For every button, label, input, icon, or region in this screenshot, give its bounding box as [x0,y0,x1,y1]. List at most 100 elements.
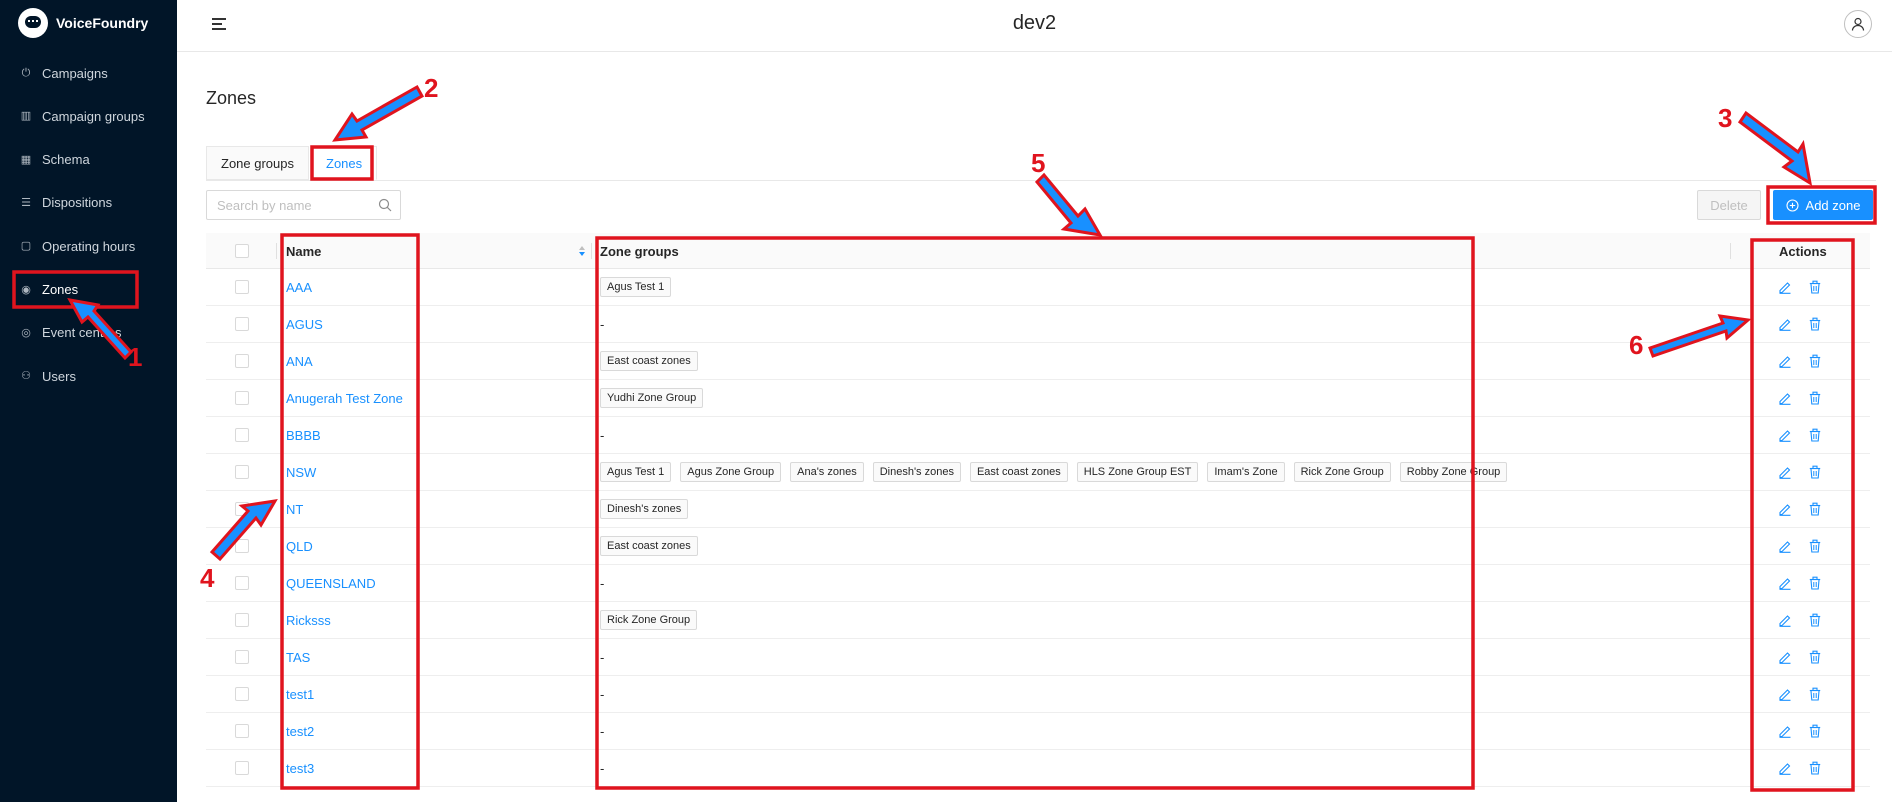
empty-marker: - [600,760,605,776]
delete-icon[interactable] [1808,761,1822,775]
voicefoundry-logo-icon [18,8,48,38]
app-logo[interactable]: VoiceFoundry [18,8,148,38]
delete-icon[interactable] [1808,724,1822,738]
row-checkbox[interactable] [235,713,249,749]
annotation-number: 1 [128,342,143,372]
zone-name-link[interactable]: Ricksss [286,602,331,638]
row-checkbox[interactable] [235,417,249,453]
table-row: TAS - [206,639,1870,676]
zone-groups-cell: Yudhi Zone Group [600,380,712,416]
sidebar-item-campaign-groups[interactable]: ▥ Campaign groups [0,96,177,136]
table-row: NSW Agus Test 1 Agus Zone Group Ana's zones… [206,454,1870,491]
row-checkbox[interactable] [235,602,249,638]
table-row: ANA East coast zones [206,343,1870,380]
edit-icon[interactable] [1778,280,1792,294]
delete-icon[interactable] [1808,465,1822,479]
calendar-icon: ▢ [20,240,32,253]
row-checkbox[interactable] [235,380,249,416]
delete-icon[interactable] [1808,428,1822,442]
row-checkbox[interactable] [235,750,249,786]
zone-name-link[interactable]: test3 [286,750,314,786]
edit-icon[interactable] [1778,687,1792,701]
edit-icon[interactable] [1778,502,1792,516]
row-checkbox[interactable] [235,454,249,490]
row-checkbox[interactable] [235,639,249,675]
sidebar-item-label: Users [42,368,76,384]
zone-groups-cell: Dinesh's zones [600,491,697,527]
delete-icon[interactable] [1808,650,1822,664]
delete-icon[interactable] [1808,317,1822,331]
sidebar-item-dispositions[interactable]: ☰ Dispositions [0,183,177,223]
zone-name-link[interactable]: NT [286,491,303,527]
edit-icon[interactable] [1778,650,1792,664]
edit-icon[interactable] [1778,317,1792,331]
edit-icon[interactable] [1778,428,1792,442]
row-checkbox[interactable] [235,676,249,712]
sidebar-item-schema[interactable]: ▦ Schema [0,140,177,180]
user-avatar-icon[interactable] [1844,10,1872,38]
row-checkbox[interactable] [235,343,249,379]
zone-name-link[interactable]: AAA [286,269,312,305]
zone-group-tag: HLS Zone Group EST [1076,462,1199,482]
search-icon[interactable] [378,198,392,212]
delete-icon[interactable] [1808,576,1822,590]
add-zone-button[interactable]: Add zone [1773,190,1873,220]
zone-name-link[interactable]: test2 [286,713,314,749]
search-input[interactable] [207,192,367,218]
sidebar-item-zones[interactable]: ◉ Zones [0,270,177,310]
tab-zone-groups[interactable]: Zone groups [206,146,309,180]
tab-zones[interactable]: Zones [311,146,378,180]
edit-icon[interactable] [1778,613,1792,627]
empty-marker: - [600,427,605,443]
user-icon: ⚇ [21,370,31,383]
row-checkbox[interactable] [235,269,249,305]
table-row: Ricksss Rick Zone Group [206,602,1870,639]
zone-name-link[interactable]: test1 [286,676,314,712]
sidebar-item-users[interactable]: ⚇ Users [0,356,177,396]
delete-icon[interactable] [1808,354,1822,368]
sidebar-item-event-centres[interactable]: ◎ Event centres [0,313,177,353]
delete-icon[interactable] [1808,613,1822,627]
zone-name-link[interactable]: BBBB [286,417,321,453]
edit-icon[interactable] [1778,354,1792,368]
table-row: QLD East coast zones [206,528,1870,565]
edit-icon[interactable] [1778,391,1792,405]
top-header: dev2 [177,0,1892,52]
delete-icon[interactable] [1808,502,1822,516]
row-checkbox[interactable] [235,528,249,564]
power-icon: ⏻ [21,67,31,79]
zone-name-link[interactable]: Anugerah Test Zone [286,380,403,416]
column-header-zone-groups: Zone groups [600,243,679,259]
delete-icon[interactable] [1808,687,1822,701]
sort-icon[interactable] [578,244,586,258]
row-checkbox[interactable] [235,306,249,342]
delete-icon[interactable] [1808,280,1822,294]
edit-icon[interactable] [1778,576,1792,590]
table-header: Name Zone groups Actions [206,233,1870,269]
sidebar-item-campaigns[interactable]: ⏻ Campaigns [0,53,177,93]
zone-name-link[interactable]: TAS [286,639,310,675]
zone-name-link[interactable]: QUEENSLAND [286,565,376,601]
zone-name-link[interactable]: NSW [286,454,316,490]
zone-groups-cell: East coast zones [600,343,707,379]
zone-group-tag: Rick Zone Group [1293,462,1391,482]
delete-button[interactable]: Delete [1697,190,1761,220]
delete-icon[interactable] [1808,391,1822,405]
edit-icon[interactable] [1778,539,1792,553]
sidebar-item-operating-hours[interactable]: ▢ Operating hours [0,226,177,266]
edit-icon[interactable] [1778,761,1792,775]
column-header-name[interactable]: Name [286,233,321,269]
select-all-checkbox[interactable] [235,233,249,269]
row-checkbox[interactable] [235,491,249,527]
delete-icon[interactable] [1808,539,1822,553]
zone-group-tag: East coast zones [969,462,1068,482]
zone-name-link[interactable]: ANA [286,343,313,379]
add-zone-label: Add zone [1805,197,1861,213]
zone-groups-cell: - [600,750,604,786]
row-checkbox[interactable] [235,565,249,601]
zone-name-link[interactable]: AGUS [286,306,323,342]
zone-name-link[interactable]: QLD [286,528,313,564]
edit-icon[interactable] [1778,465,1792,479]
edit-icon[interactable] [1778,724,1792,738]
sidebar-item-label: Operating hours [42,238,136,254]
